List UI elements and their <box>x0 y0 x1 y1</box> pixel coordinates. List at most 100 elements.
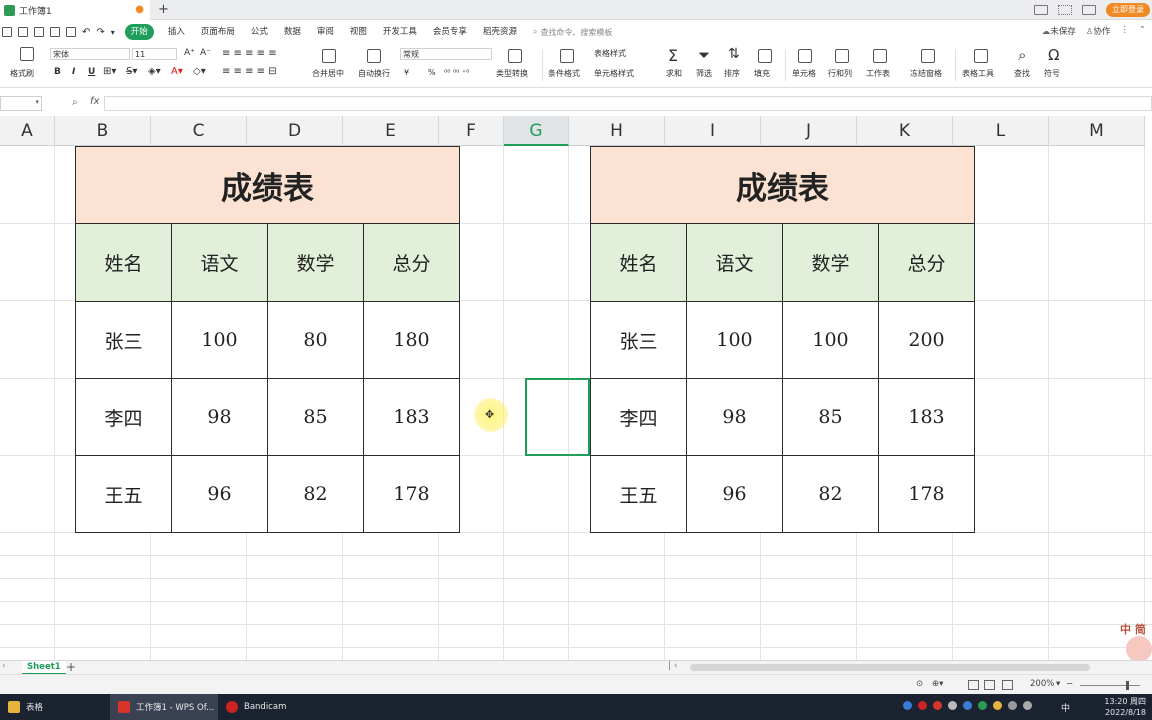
data-cell[interactable]: 82 <box>267 455 364 533</box>
sheet-tab[interactable]: Sheet1 <box>22 661 66 675</box>
collaborate-button[interactable]: ♙协作 <box>1086 25 1111 37</box>
conditional-format-icon[interactable] <box>560 49 574 63</box>
column-header[interactable]: K <box>857 116 953 146</box>
redo-icon[interactable]: ↷ <box>96 27 104 38</box>
scroll-prev-icon[interactable]: | ‹ <box>668 661 678 671</box>
symbol-icon[interactable]: Ω <box>1048 46 1059 64</box>
normal-view-icon[interactable] <box>968 680 979 690</box>
font-size-select[interactable]: 11 <box>132 48 177 60</box>
data-cell[interactable]: 王五 <box>75 455 172 533</box>
sheet-grid[interactable]: ABCDEFGHIJKLM 成绩表 姓名 语文 数学 总分 张三 100 80 180 李四 98… <box>0 116 1152 660</box>
table-title[interactable]: 成绩表 <box>75 146 460 224</box>
column-header[interactable]: A <box>0 116 55 146</box>
column-header[interactable]: I <box>665 116 761 146</box>
header-cell[interactable]: 总分 <box>363 223 460 302</box>
tray-icon[interactable] <box>948 701 957 710</box>
clock[interactable]: 13:20 周四 2022/8/18 <box>1104 696 1146 718</box>
data-cell[interactable]: 85 <box>267 378 364 456</box>
data-cell[interactable]: 82 <box>782 455 879 533</box>
column-header[interactable]: E <box>343 116 439 146</box>
column-header[interactable]: B <box>55 116 151 146</box>
currency-button[interactable]: ¥ <box>404 68 409 77</box>
filter-icon[interactable]: ⏷ <box>698 46 710 64</box>
type-convert-button[interactable]: 类型转换 <box>496 68 528 79</box>
formula-input[interactable] <box>104 96 1152 111</box>
column-header[interactable]: D <box>247 116 343 146</box>
table-style-button[interactable]: 表格样式 <box>594 48 626 59</box>
data-cell[interactable]: 200 <box>878 301 975 379</box>
data-cell[interactable]: 178 <box>363 455 460 533</box>
selected-cell-g4[interactable] <box>525 378 590 456</box>
window-layout-icon[interactable] <box>1034 5 1048 15</box>
merge-center-icon[interactable] <box>322 49 336 63</box>
data-cell[interactable]: 李四 <box>75 378 172 456</box>
find-icon[interactable]: ⌕ <box>1018 46 1026 64</box>
cell-icon[interactable] <box>798 49 812 63</box>
number-format-select[interactable]: 常规 <box>400 48 492 60</box>
tray-icon[interactable] <box>933 701 942 710</box>
taskbar-bandicam[interactable]: Bandicam <box>218 694 328 720</box>
sum-icon[interactable]: Σ <box>668 46 678 65</box>
command-search[interactable]: ⌕ 查找命令、搜索模板 <box>533 27 612 38</box>
menu-tab[interactable]: 数据 <box>276 24 309 40</box>
font-color-icon[interactable]: A▾ <box>171 66 183 77</box>
sort-button[interactable]: 排序 <box>724 68 740 79</box>
data-cell[interactable]: 183 <box>363 378 460 456</box>
data-cell[interactable]: 李四 <box>590 378 687 456</box>
export-icon[interactable] <box>34 27 44 37</box>
fx-icon[interactable]: fx <box>90 96 99 107</box>
sort-icon[interactable]: ⇅ <box>728 46 740 62</box>
data-cell[interactable]: 98 <box>171 378 268 456</box>
save-icon[interactable] <box>18 27 28 37</box>
unsaved-button[interactable]: ☁未保存 <box>1042 25 1076 37</box>
header-cell[interactable]: 姓名 <box>590 223 687 302</box>
column-header[interactable]: L <box>953 116 1049 146</box>
rows-cols-button[interactable]: 行和列 <box>828 68 852 79</box>
data-cell[interactable]: 100 <box>171 301 268 379</box>
fill-color-icon[interactable]: ◈▾ <box>148 66 161 77</box>
decimal-buttons[interactable]: ⁰⁰ ⁰⁰ ⁺⁰ <box>444 68 469 77</box>
wrap-text-button[interactable]: 自动换行 <box>358 68 390 79</box>
eye-protection-icon[interactable]: ⊙ <box>916 679 923 689</box>
font-name-select[interactable]: 宋体 <box>50 48 130 60</box>
symbol-button[interactable]: 符号 <box>1044 68 1060 79</box>
data-cell[interactable]: 178 <box>878 455 975 533</box>
find-button[interactable]: 查找 <box>1014 68 1030 79</box>
rows-cols-icon[interactable] <box>835 49 849 63</box>
scroll-left-icon[interactable]: ‹ <box>2 661 6 671</box>
data-cell[interactable]: 183 <box>878 378 975 456</box>
file-menu-icon[interactable] <box>2 27 12 37</box>
tray-icon[interactable] <box>978 701 987 710</box>
network-icon[interactable] <box>1008 701 1017 710</box>
data-cell[interactable]: 100 <box>686 301 783 379</box>
new-tab-button[interactable]: + <box>158 2 169 17</box>
apps-grid-icon[interactable] <box>1058 5 1072 15</box>
tray-icon[interactable] <box>903 701 912 710</box>
conditional-format-button[interactable]: 条件格式 <box>548 68 580 79</box>
data-cell[interactable]: 王五 <box>590 455 687 533</box>
header-cell[interactable]: 姓名 <box>75 223 172 302</box>
page-break-view-icon[interactable] <box>1002 680 1013 690</box>
tray-icon[interactable] <box>963 701 972 710</box>
data-cell[interactable]: 张三 <box>75 301 172 379</box>
sum-button[interactable]: 求和 <box>666 68 682 79</box>
cell-style-button[interactable]: 单元格样式 <box>594 68 634 79</box>
header-cell[interactable]: 语文 <box>171 223 268 302</box>
format-painter-button[interactable]: 格式刷 <box>10 68 34 79</box>
menu-tab[interactable]: 视图 <box>342 24 375 40</box>
align-left-icon[interactable]: ≡ ≡ ≡ ≡ ⊟ <box>222 66 277 77</box>
menu-tab[interactable]: 开始 <box>124 24 154 40</box>
type-convert-icon[interactable] <box>508 49 522 63</box>
column-header[interactable]: J <box>761 116 857 146</box>
tray-icon[interactable] <box>993 701 1002 710</box>
clear-format-icon[interactable]: ◇▾ <box>193 66 206 77</box>
menu-tab[interactable]: 稻壳资源 <box>475 24 525 40</box>
print-icon[interactable] <box>50 27 60 37</box>
skin-icon[interactable] <box>1082 5 1096 15</box>
login-button[interactable]: 立即登录 <box>1106 3 1150 17</box>
underline-button[interactable]: U <box>88 67 95 77</box>
data-cell[interactable]: 98 <box>686 378 783 456</box>
font-shrink-button[interactable]: A⁻ <box>200 48 211 58</box>
freeze-panes-button[interactable]: 冻结窗格 <box>910 68 942 79</box>
zoom-level[interactable]: 200% <box>1030 679 1054 689</box>
